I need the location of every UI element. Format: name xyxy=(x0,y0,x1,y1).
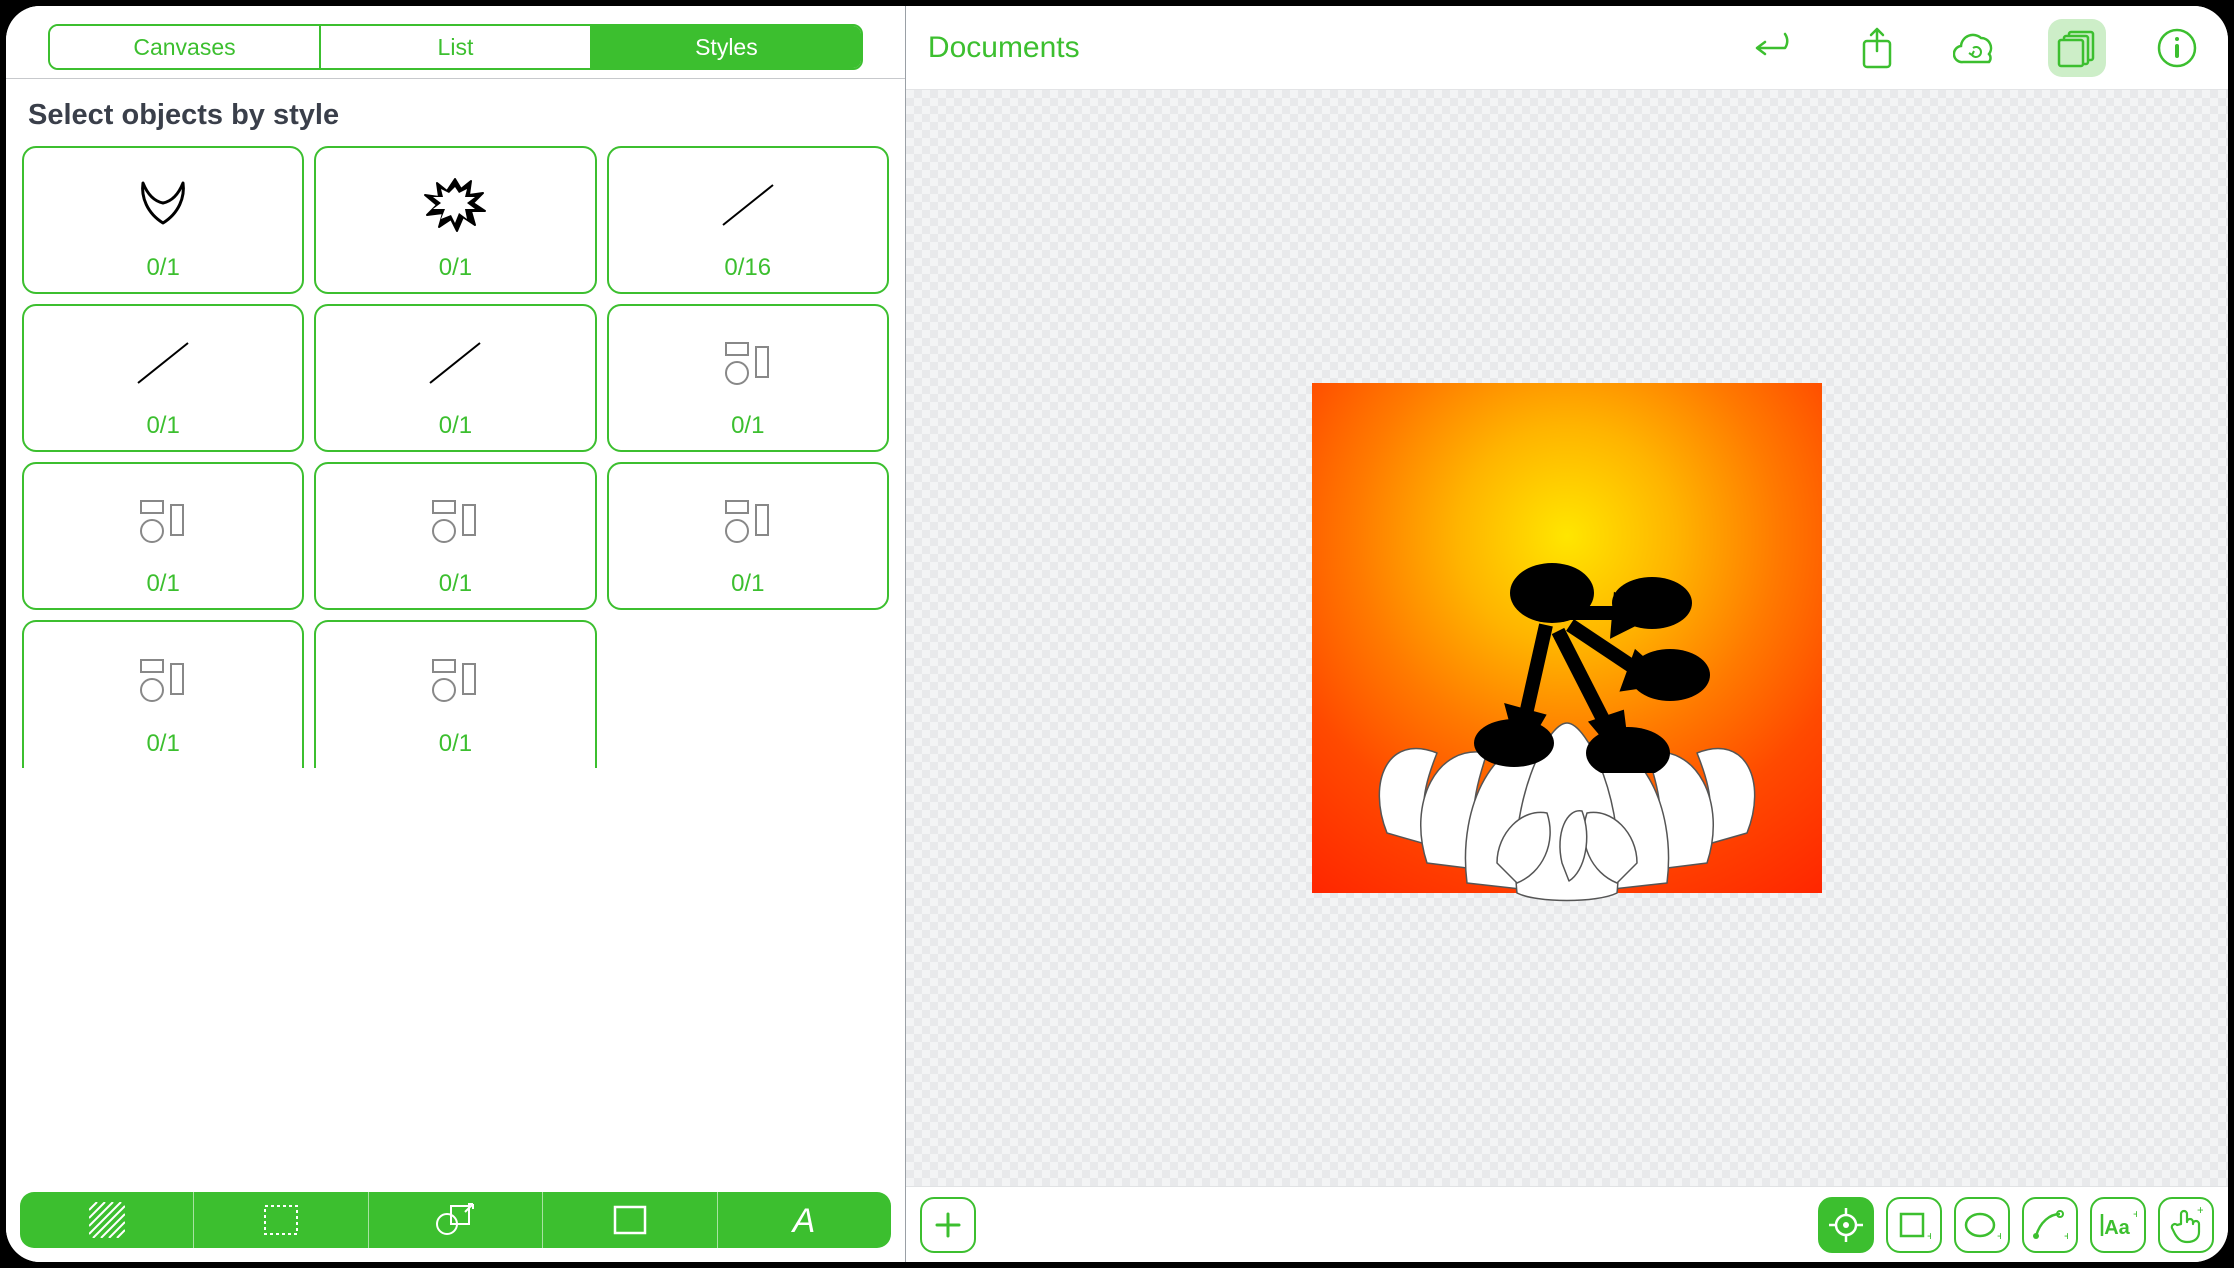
shapes-icon xyxy=(320,630,590,730)
style-count: 0/16 xyxy=(724,254,771,282)
layers-icon[interactable] xyxy=(2048,19,2106,77)
style-tile[interactable]: 0/1 xyxy=(22,304,304,452)
line-icon xyxy=(28,314,298,412)
tab-label: Styles xyxy=(695,34,758,61)
pen-tool[interactable]: + xyxy=(2022,1197,2078,1253)
main-panel: Documents xyxy=(906,6,2228,1262)
style-filter-toolbar: A xyxy=(20,1192,891,1248)
selection-rect-filter[interactable] xyxy=(194,1192,368,1248)
style-tile[interactable]: 0/1 xyxy=(607,462,889,610)
style-tile[interactable]: 0/1 xyxy=(314,304,596,452)
style-tile[interactable]: 0/1 xyxy=(22,146,304,294)
shapes-icon xyxy=(320,472,590,570)
style-count: 0/1 xyxy=(146,412,179,440)
artboard[interactable] xyxy=(1312,383,1822,893)
shapes-icon xyxy=(613,472,883,570)
style-grid: 0/1 0/1 0/16 0/1 0/1 xyxy=(6,146,905,1182)
undo-icon[interactable] xyxy=(1748,19,1806,77)
add-button[interactable] xyxy=(920,1197,976,1253)
style-tile[interactable]: 0/1 xyxy=(314,146,596,294)
text-style-filter[interactable]: A xyxy=(718,1192,891,1248)
app-frame: Canvases List Styles Select objects by s… xyxy=(6,6,2228,1262)
horns-icon xyxy=(28,156,298,254)
cloud-sync-icon[interactable] xyxy=(1948,19,2006,77)
style-count: 0/1 xyxy=(731,570,764,598)
svg-text:+: + xyxy=(1927,1229,1931,1242)
canvas-viewport[interactable] xyxy=(906,90,2228,1186)
style-count: 0/1 xyxy=(439,730,472,758)
segmented-control-wrap: Canvases List Styles xyxy=(6,6,905,79)
top-toolbar: Documents xyxy=(906,6,2228,90)
style-count: 0/1 xyxy=(439,254,472,282)
style-tile[interactable]: 0/16 xyxy=(607,146,889,294)
fill-pattern-filter[interactable] xyxy=(20,1192,194,1248)
style-count: 0/1 xyxy=(731,412,764,440)
svg-text:Aa: Aa xyxy=(2104,1217,2130,1239)
rect-stroke-filter[interactable] xyxy=(543,1192,717,1248)
touch-tool[interactable]: + xyxy=(2158,1197,2214,1253)
combine-shapes-filter[interactable] xyxy=(369,1192,543,1248)
info-icon[interactable] xyxy=(2148,19,2206,77)
line-icon xyxy=(320,314,590,412)
sidebar-panel: Canvases List Styles Select objects by s… xyxy=(6,6,906,1262)
style-tile[interactable]: 0/1 xyxy=(22,462,304,610)
style-count: 0/1 xyxy=(439,412,472,440)
svg-text:+: + xyxy=(2064,1229,2068,1242)
line-icon xyxy=(613,156,883,254)
style-count: 0/1 xyxy=(439,570,472,598)
svg-text:+: + xyxy=(2133,1208,2137,1221)
text-tool[interactable]: Aa+ xyxy=(2090,1197,2146,1253)
shapes-icon xyxy=(613,314,883,412)
style-count: 0/1 xyxy=(146,730,179,758)
ellipse-tool[interactable]: + xyxy=(1954,1197,2010,1253)
svg-text:A: A xyxy=(791,1202,816,1238)
diagram-overlay xyxy=(1442,553,1722,773)
documents-link[interactable]: Documents xyxy=(928,31,1080,65)
style-count: 0/1 xyxy=(146,570,179,598)
rectangle-tool[interactable]: + xyxy=(1886,1197,1942,1253)
section-heading: Select objects by style xyxy=(6,79,905,146)
target-tool[interactable] xyxy=(1818,1197,1874,1253)
tab-styles[interactable]: Styles xyxy=(592,26,861,68)
tab-label: List xyxy=(438,34,474,61)
style-tile[interactable]: 0/1 xyxy=(314,462,596,610)
share-icon[interactable] xyxy=(1848,19,1906,77)
svg-text:+: + xyxy=(1997,1229,2001,1242)
svg-text:+: + xyxy=(2197,1206,2203,1217)
style-tile[interactable]: 0/1 xyxy=(607,304,889,452)
tab-list[interactable]: List xyxy=(321,26,592,68)
shapes-icon xyxy=(28,630,298,730)
shapes-icon xyxy=(28,472,298,570)
style-count: 0/1 xyxy=(146,254,179,282)
style-tile[interactable]: 0/1 xyxy=(22,620,304,768)
spiky-icon xyxy=(320,156,590,254)
segmented-control: Canvases List Styles xyxy=(48,24,863,70)
tab-canvases[interactable]: Canvases xyxy=(50,26,321,68)
bottom-toolbar: + + + Aa+ + xyxy=(906,1186,2228,1262)
style-tile[interactable]: 0/1 xyxy=(314,620,596,768)
documents-label: Documents xyxy=(928,31,1080,64)
tab-label: Canvases xyxy=(133,34,235,61)
